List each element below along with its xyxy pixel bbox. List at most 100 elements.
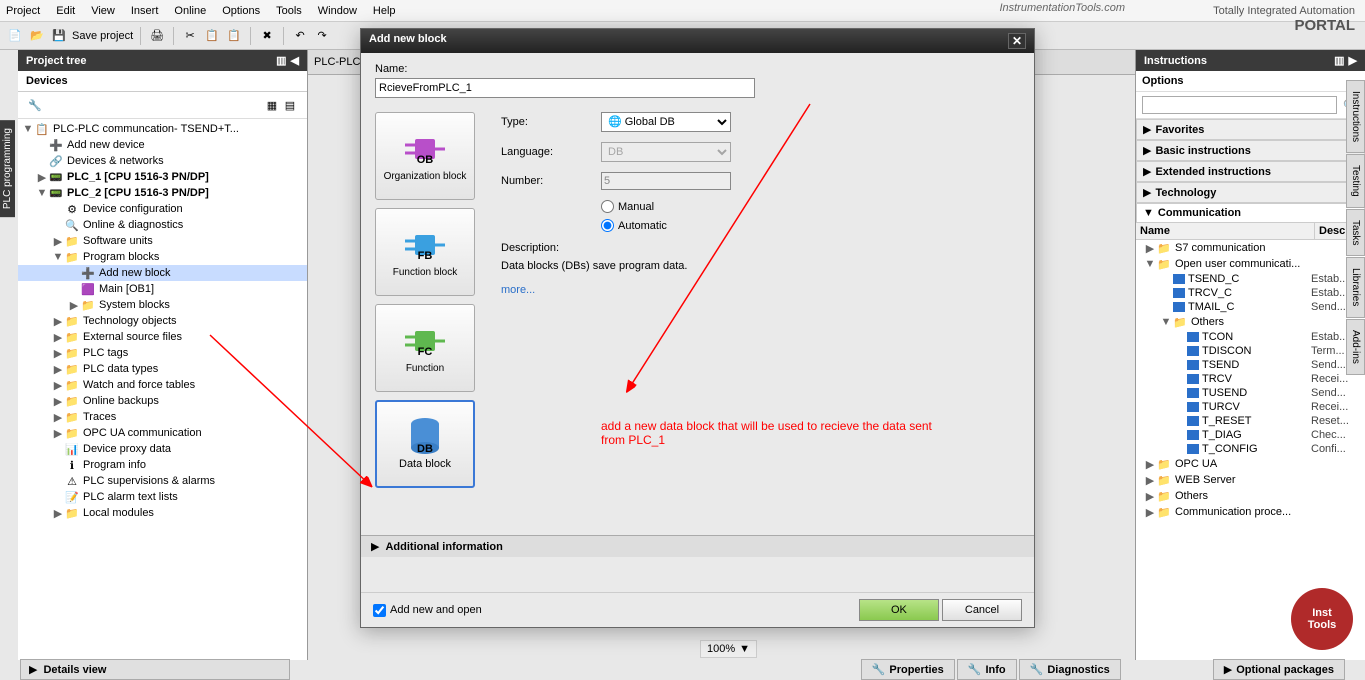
instruction-item[interactable]: TMAIL_CSend... [1136,300,1365,314]
undo-icon[interactable]: ↶ [291,27,309,45]
tree-item[interactable]: 📝PLC alarm text lists [18,489,307,505]
tree-item[interactable]: ▶📁PLC tags [18,345,307,361]
expand-icon[interactable]: ▶ [1349,54,1357,67]
project-tree[interactable]: ▼📋PLC-PLC communcation- TSEND+T...➕Add n… [18,119,307,660]
block-type-ob[interactable]: OBOrganization block [375,112,475,200]
instruction-item[interactable]: ▶📁Others [1136,488,1365,504]
tree-item[interactable]: ℹProgram info [18,457,307,473]
expand-icon[interactable]: ▶ [36,171,48,184]
menu-view[interactable]: View [91,5,115,17]
expand-icon[interactable]: ▶ [52,411,64,424]
expand-icon[interactable]: ▶ [68,299,80,312]
additional-info-accordion[interactable]: ▶ Additional information [361,535,1034,557]
tree-item[interactable]: ➕Add new block [18,265,307,281]
tree-item[interactable]: ▶📟PLC_1 [CPU 1516-3 PN/DP] [18,169,307,185]
expand-icon[interactable]: ▶ [52,363,64,376]
accordion-extended-instructions[interactable]: ▶Extended instructions [1136,161,1365,182]
accordion-favorites[interactable]: ▶Favorites [1136,119,1365,140]
tree-item[interactable]: ⚠PLC supervisions & alarms [18,473,307,489]
type-select[interactable]: 🌐 Global DB [601,112,731,132]
instruction-item[interactable]: TSENDSend... [1136,358,1365,372]
pin-icon[interactable]: ▥ [276,54,286,67]
zoom-control[interactable]: 100% ▼ [700,640,757,658]
expand-icon[interactable]: ▶ [52,235,64,248]
tree-item[interactable]: ▶📁System blocks [18,297,307,313]
tree-item[interactable]: ⚙Device configuration [18,201,307,217]
automatic-radio[interactable] [601,219,614,232]
tree-tool-icon[interactable]: 🔧 [26,96,44,114]
instruction-item[interactable]: TSEND_CEstab... [1136,272,1365,286]
tree-item[interactable]: ▶📁Online backups [18,393,307,409]
tree-item[interactable]: ▶📁External source files [18,329,307,345]
instruction-item[interactable]: ▶📁Communication proce... [1136,504,1365,520]
instruction-item[interactable]: ▼📁Others [1136,314,1365,330]
menu-insert[interactable]: Insert [131,5,159,17]
bottom-tab-properties[interactable]: 🔧Properties [861,659,955,680]
expand-icon[interactable]: ▶ [52,379,64,392]
block-type-fc[interactable]: FCFunction [375,304,475,392]
devices-tab[interactable]: Devices [18,71,307,92]
print-icon[interactable]: 🖨 [148,27,166,45]
instruction-item[interactable]: T_CONFIGConfi... [1136,442,1365,456]
tree-item[interactable]: ▶📁Local modules [18,505,307,521]
menu-edit[interactable]: Edit [56,5,75,17]
tree-item[interactable]: ➕Add new device [18,137,307,153]
ok-button[interactable]: OK [859,599,939,621]
delete-icon[interactable]: ✖ [258,27,276,45]
open-icon[interactable]: 📂 [28,27,46,45]
paste-icon[interactable]: 📋 [225,27,243,45]
instruction-item[interactable]: TRCV_CEstab... [1136,286,1365,300]
new-icon[interactable]: 📄 [6,27,24,45]
add-and-open-checkbox[interactable]: Add new and open [373,604,482,617]
expand-icon[interactable]: ▶ [52,331,64,344]
cancel-button[interactable]: Cancel [942,599,1022,621]
instruction-item[interactable]: ▶📁OPC UA [1136,456,1365,472]
manual-radio[interactable] [601,200,614,213]
instruction-item[interactable]: T_RESETReset... [1136,414,1365,428]
menu-options[interactable]: Options [222,5,260,17]
tree-item[interactable]: ▶📁Traces [18,409,307,425]
expand-icon[interactable]: ▼ [52,251,64,263]
menu-project[interactable]: Project [6,5,40,17]
instruction-item[interactable]: TDISCONTerm... [1136,344,1365,358]
accordion-technology[interactable]: ▶Technology [1136,182,1365,203]
side-tab-add-ins[interactable]: Add-ins [1346,319,1365,375]
tree-item[interactable]: ▼📁Program blocks [18,249,307,265]
block-name-input[interactable] [375,78,755,98]
view2-icon[interactable]: ▤ [281,96,299,114]
expand-icon[interactable]: ▶ [52,315,64,328]
expand-icon[interactable]: ▶ [52,507,64,520]
instruction-item[interactable]: TCONEstab... [1136,330,1365,344]
instruction-item[interactable]: ▼📁Open user communicati... [1136,256,1365,272]
redo-icon[interactable]: ↷ [313,27,331,45]
accordion-basic-instructions[interactable]: ▶Basic instructions [1136,140,1365,161]
details-view-panel[interactable]: ▶ Details view [20,659,290,680]
instruction-item[interactable]: TRCVRecei... [1136,372,1365,386]
instruction-item[interactable]: ▶📁S7 communication [1136,240,1365,256]
tree-item[interactable]: 📊Device proxy data [18,441,307,457]
block-type-db[interactable]: DBData block [375,400,475,488]
menu-tools[interactable]: Tools [276,5,302,17]
pin-icon[interactable]: ▥ [1334,54,1344,67]
side-tab-instructions[interactable]: Instructions [1346,80,1365,153]
tree-item[interactable]: 🟪Main [OB1] [18,281,307,297]
side-tab-libraries[interactable]: Libraries [1346,257,1365,317]
expand-icon[interactable]: ▼ [36,187,48,199]
cut-icon[interactable]: ✂ [181,27,199,45]
instruction-item[interactable]: ▶📁WEB Server [1136,472,1365,488]
collapse-icon[interactable]: ◀ [291,54,299,67]
tree-item[interactable]: 🔗Devices & networks [18,153,307,169]
more-link[interactable]: more... [501,284,1020,296]
bottom-tab-diagnostics[interactable]: 🔧Diagnostics [1019,659,1121,680]
menu-help[interactable]: Help [373,5,396,17]
copy-icon[interactable]: 📋 [203,27,221,45]
expand-icon[interactable]: ▶ [52,427,64,440]
menu-window[interactable]: Window [318,5,357,17]
tree-item[interactable]: ▶📁PLC data types [18,361,307,377]
expand-icon[interactable]: ▶ [52,395,64,408]
side-tab-testing[interactable]: Testing [1346,154,1365,208]
bottom-tab-info[interactable]: 🔧Info [957,659,1017,680]
tree-item[interactable]: ▼📟PLC_2 [CPU 1516-3 PN/DP] [18,185,307,201]
optional-packages-tab[interactable]: ▶ Optional packages [1213,659,1345,680]
menu-online[interactable]: Online [174,5,206,17]
